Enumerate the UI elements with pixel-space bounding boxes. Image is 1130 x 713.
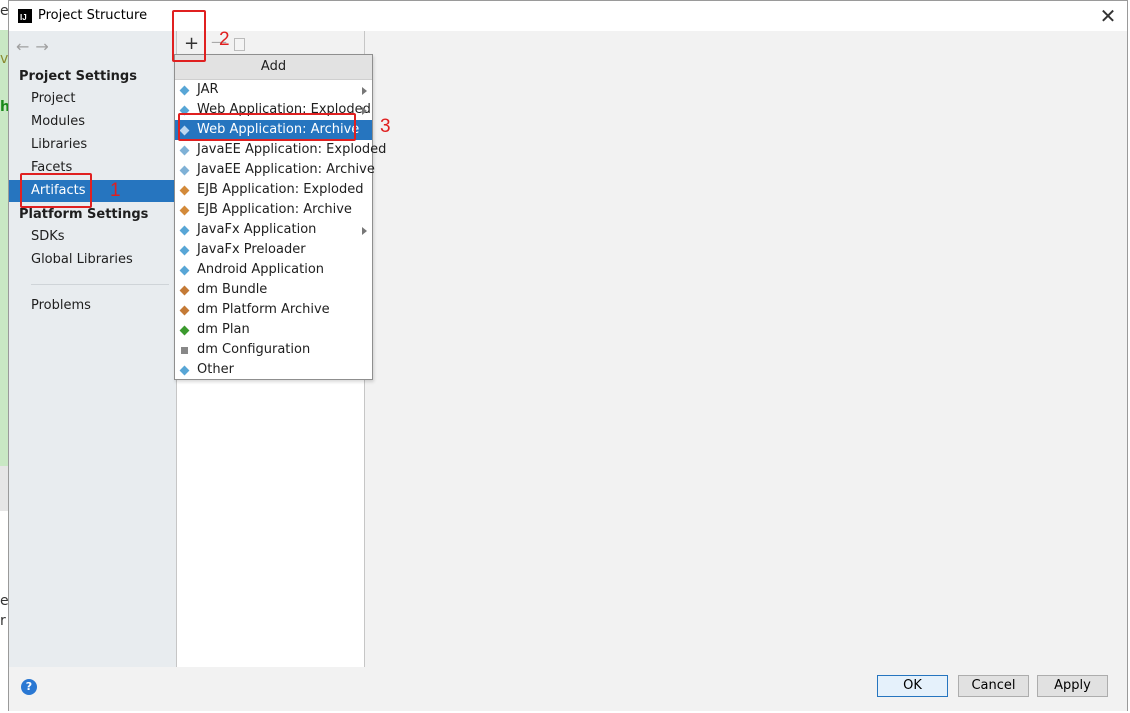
menu-item[interactable]: JAR <box>175 80 372 100</box>
menu-item-label: dm Platform Archive <box>197 302 330 317</box>
sidebar-item-project[interactable]: Project <box>9 88 176 110</box>
project-settings-heading: Project Settings <box>19 69 137 84</box>
dm-archive-icon <box>179 305 190 316</box>
dm-config-icon <box>179 345 190 356</box>
platform-settings-heading: Platform Settings <box>19 207 149 222</box>
close-button[interactable]: ✕ <box>1097 5 1119 27</box>
dm-bundle-icon <box>179 285 190 296</box>
menu-item[interactable]: JavaFx Application <box>175 220 372 240</box>
sidebar-item-problems[interactable]: Problems <box>9 295 176 317</box>
dm-plan-icon <box>179 325 190 336</box>
submenu-arrow-icon <box>362 107 367 115</box>
intellij-app-icon: IJ <box>18 9 32 23</box>
add-artifact-popup: Add JAR Web Application: Exploded Web Appl… <box>174 54 386 380</box>
help-icon[interactable]: ? <box>21 679 37 695</box>
menu-item[interactable]: dm Configuration <box>175 340 372 360</box>
menu-item[interactable]: Android Application <box>175 260 372 280</box>
annotation-box-artifacts <box>20 173 92 208</box>
artifact-details-pane <box>365 31 1127 667</box>
navigation-arrows: ←→ <box>16 37 55 56</box>
javaee-icon <box>179 145 190 156</box>
menu-item-label: EJB Application: Exploded <box>197 182 364 197</box>
javaee-icon <box>179 165 190 176</box>
menu-item-label: Other <box>197 362 234 377</box>
menu-item[interactable]: JavaEE Application: Archive <box>175 160 375 180</box>
diamond-icon <box>179 245 190 256</box>
menu-item-label: dm Bundle <box>197 282 268 297</box>
annotation-box-add-button <box>172 10 206 62</box>
sidebar-item-modules[interactable]: Modules <box>9 111 176 133</box>
sidebar-item-global-libraries[interactable]: Global Libraries <box>9 249 176 271</box>
back-arrow-icon[interactable]: ← <box>16 37 35 56</box>
menu-item[interactable]: EJB Application: Exploded <box>175 180 372 200</box>
cancel-button[interactable]: Cancel <box>958 675 1029 697</box>
menu-item[interactable]: JavaFx Preloader <box>175 240 372 260</box>
diamond-icon <box>179 225 190 236</box>
menu-item-label: JAR <box>197 82 219 97</box>
apply-button[interactable]: Apply <box>1037 675 1108 697</box>
menu-item-label: dm Configuration <box>197 342 311 357</box>
menu-item[interactable]: dm Platform Archive <box>175 300 372 320</box>
sidebar-divider <box>31 284 169 285</box>
diamond-icon <box>179 265 190 276</box>
copy-icon[interactable] <box>234 38 245 51</box>
sidebar-item-sdks[interactable]: SDKs <box>9 226 176 248</box>
annotation-number: 3 <box>380 116 391 137</box>
background-text-fragment: r <box>0 613 6 629</box>
menu-item-label: JavaFx Application <box>197 222 317 237</box>
ok-button[interactable]: OK <box>877 675 948 697</box>
menu-item-label: Android Application <box>197 262 325 277</box>
submenu-arrow-icon <box>362 87 367 95</box>
window-title: Project Structure <box>38 8 148 23</box>
submenu-arrow-icon <box>362 227 367 235</box>
ejb-icon <box>179 185 190 196</box>
dialog-footer: ? OK Cancel Apply <box>9 667 1127 711</box>
annotation-box-web-archive <box>178 113 356 141</box>
diamond-icon <box>179 365 190 376</box>
sidebar-item-libraries[interactable]: Libraries <box>9 134 176 156</box>
menu-item-label: JavaFx Preloader <box>197 242 306 257</box>
menu-item-label: EJB Application: Archive <box>197 202 352 217</box>
annotation-number: 2 <box>219 29 230 50</box>
menu-item[interactable]: dm Plan <box>175 320 372 340</box>
menu-item[interactable]: EJB Application: Archive <box>175 200 372 220</box>
menu-item-label: dm Plan <box>197 322 250 337</box>
ejb-icon <box>179 205 190 216</box>
menu-item[interactable]: Other <box>175 360 372 380</box>
close-icon: ✕ <box>1099 4 1117 28</box>
menu-item[interactable]: dm Bundle <box>175 280 372 300</box>
forward-arrow-icon[interactable]: → <box>35 37 54 56</box>
diamond-icon <box>179 85 190 96</box>
menu-item[interactable]: JavaEE Application: Exploded <box>175 140 386 160</box>
menu-item-label: JavaEE Application: Archive <box>197 162 375 177</box>
annotation-number: 1 <box>110 180 121 201</box>
settings-sidebar: ←→ Project Settings Project Modules Libr… <box>9 31 176 667</box>
menu-item-label: JavaEE Application: Exploded <box>197 142 387 157</box>
